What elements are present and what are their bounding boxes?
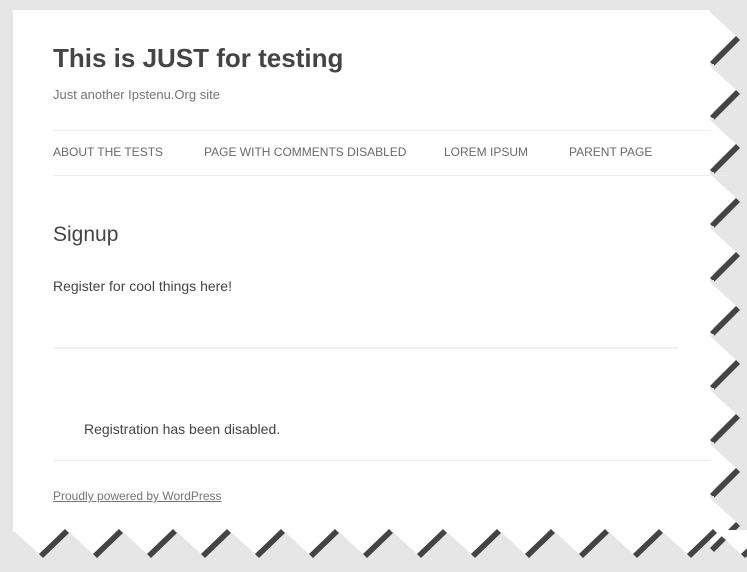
page-content: Register for cool things here! [53, 278, 232, 294]
torn-edge-shadow [633, 529, 663, 558]
torn-edge-tooth [710, 336, 736, 384]
torn-edge-shadow [417, 529, 447, 558]
powered-by-link[interactable]: Proudly powered by WordPress [53, 489, 222, 503]
torn-edge-shadow [309, 529, 339, 558]
registration-disabled-message: Registration has been disabled. [84, 421, 281, 437]
torn-edge-tooth [710, 444, 736, 492]
torn-edge-shadow [201, 529, 231, 558]
torn-edge-shadow [710, 414, 740, 444]
torn-edge-shadow [255, 529, 285, 558]
torn-edge-tooth [67, 530, 119, 554]
torn-edge-shadow [710, 90, 740, 120]
nav-item-lorem-ipsum[interactable]: LOREM IPSUM [444, 145, 528, 159]
torn-edge-tooth [553, 530, 605, 554]
torn-edge-tooth [337, 530, 389, 554]
torn-edge-shadow [93, 529, 123, 558]
torn-edge-tooth [13, 530, 65, 554]
right-torn-edge [710, 10, 740, 552]
main-navigation: ABOUT THE TESTS PAGE WITH COMMENTS DISAB… [53, 130, 728, 176]
torn-edge-shadow [525, 529, 555, 558]
torn-edge-shadow [710, 360, 740, 390]
page-title: Signup [53, 223, 119, 246]
torn-edge-shadow [579, 529, 609, 558]
torn-edge-shadow [710, 198, 740, 228]
torn-edge-shadow [687, 529, 717, 558]
torn-edge-tooth [499, 530, 551, 554]
torn-edge-tooth [229, 530, 281, 554]
site-title[interactable]: This is JUST for testing [53, 42, 343, 74]
torn-edge-shadow [710, 522, 740, 552]
content-divider [53, 347, 678, 349]
torn-edge-tooth [715, 530, 747, 554]
torn-edge-tooth [710, 282, 736, 330]
torn-edge-tooth [710, 66, 736, 114]
nav-item-page-with-comments-disabled[interactable]: PAGE WITH COMMENTS DISABLED [204, 145, 406, 159]
torn-edge-tooth [710, 390, 736, 438]
torn-edge-shadow [39, 529, 69, 558]
torn-edge-tooth [445, 530, 497, 554]
bottom-torn-edge [13, 529, 747, 558]
torn-edge-tooth [710, 498, 736, 546]
torn-edge-tooth [710, 12, 736, 60]
page-sheet: This is JUST for testing Just another Ip… [13, 10, 728, 532]
torn-edge-tooth [661, 530, 713, 554]
torn-edge-tooth [175, 530, 227, 554]
torn-edge-tooth [391, 530, 443, 554]
torn-edge-shadow [147, 529, 177, 558]
torn-edge-shadow [363, 529, 393, 558]
torn-edge-shadow [710, 306, 740, 336]
torn-edge-tooth [710, 228, 736, 276]
torn-edge-tooth [710, 174, 736, 222]
torn-edge-shadow [471, 529, 501, 558]
torn-edge-tooth [121, 530, 173, 554]
site-description: Just another Ipstenu.Org site [53, 87, 220, 102]
torn-edge-shadow [741, 548, 747, 558]
torn-edge-tooth [283, 530, 335, 554]
torn-edge-shadow [710, 468, 740, 498]
nav-item-about-the-tests[interactable]: ABOUT THE TESTS [53, 145, 163, 159]
footer-divider [53, 460, 728, 461]
torn-edge-shadow [710, 36, 740, 66]
torn-edge-shadow [710, 252, 740, 282]
nav-item-parent-page[interactable]: PARENT PAGE [569, 145, 652, 159]
torn-edge-tooth [607, 530, 659, 554]
